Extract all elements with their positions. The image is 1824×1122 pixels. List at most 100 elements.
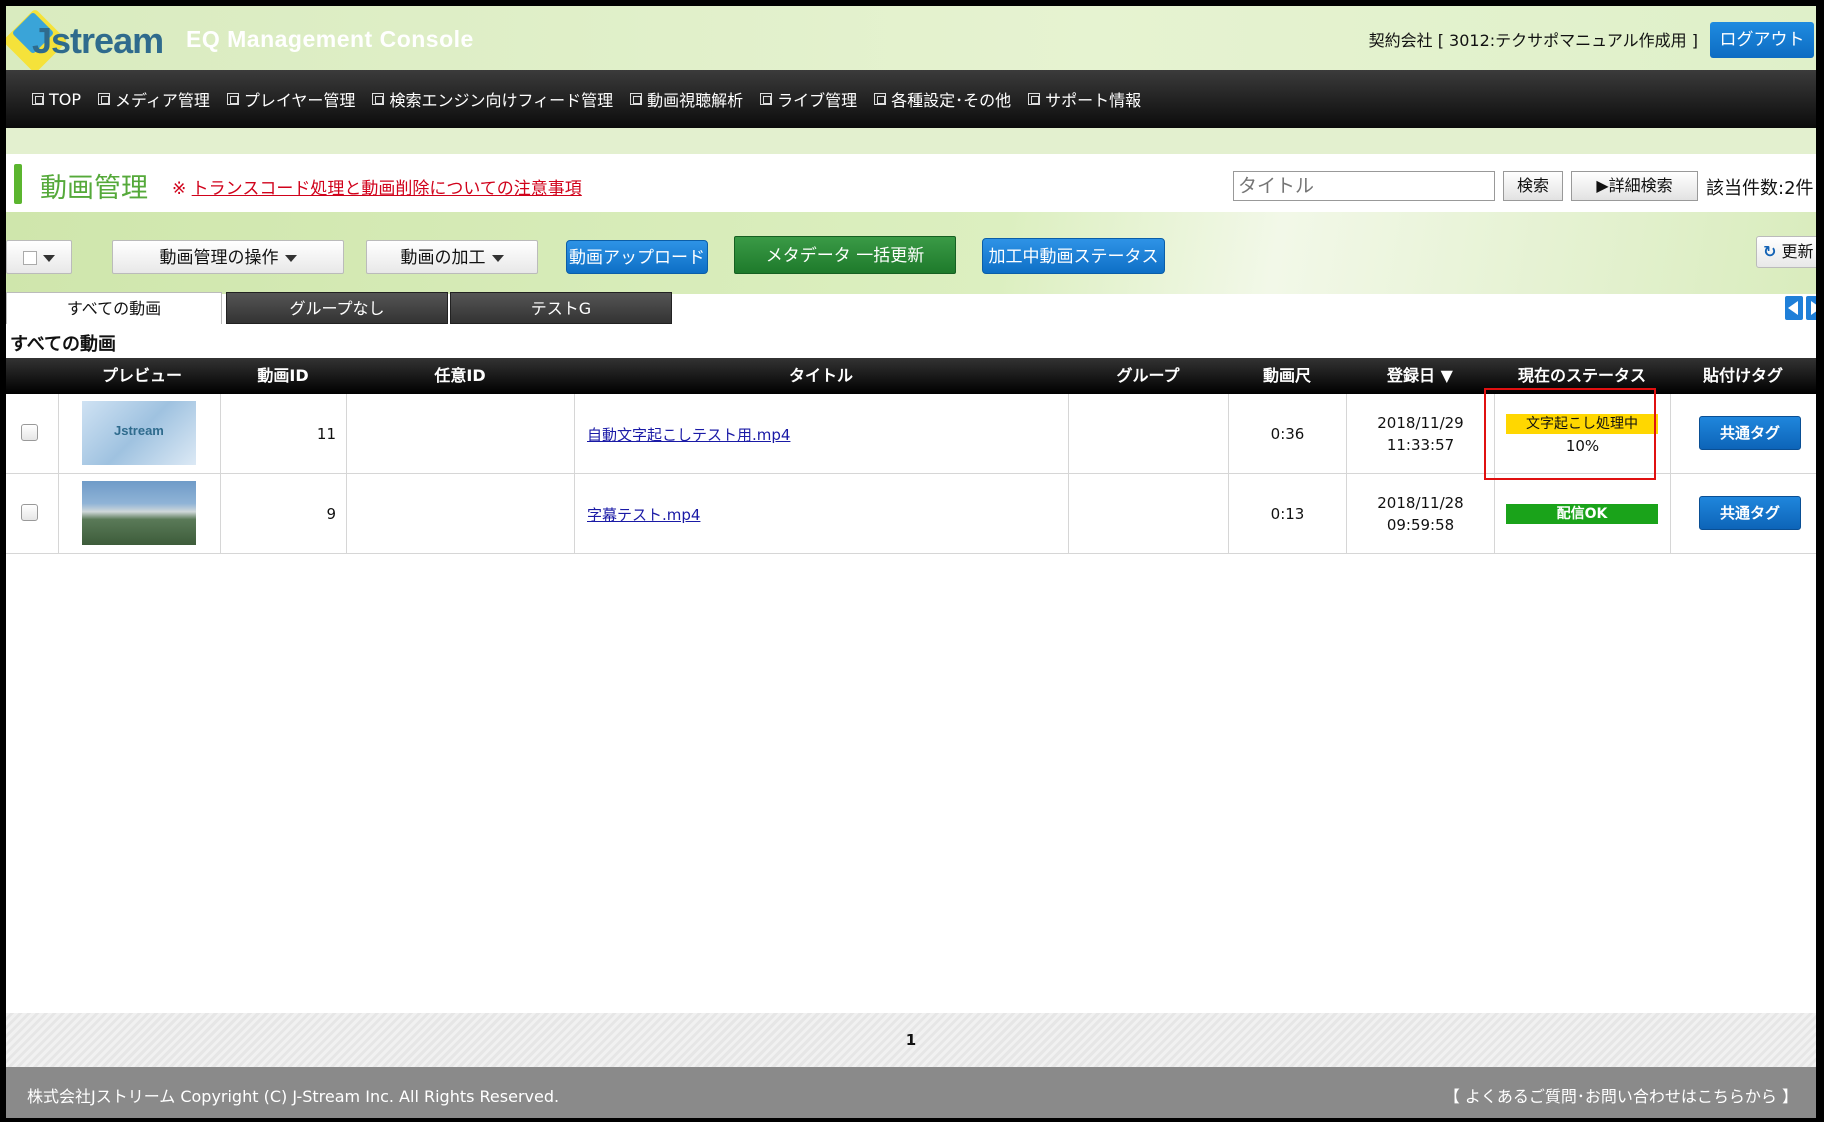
notice-mark: ※ bbox=[172, 179, 187, 199]
col-group: グループ bbox=[1116, 366, 1180, 385]
search-input[interactable] bbox=[1233, 171, 1495, 201]
nav-bullet-icon bbox=[372, 93, 385, 105]
tab-all-videos[interactable]: すべての動画 bbox=[6, 292, 222, 324]
table-row: 9 字幕テスト.mp4 0:13 2018/11/28 09:59:58 配信O… bbox=[6, 474, 1816, 554]
chevron-down-icon bbox=[491, 254, 504, 262]
preview-cell: Jstream bbox=[58, 394, 220, 474]
console-title: EQ Management Console bbox=[186, 26, 474, 52]
page-title: 動画管理 bbox=[40, 173, 148, 204]
select-all-dropdown[interactable] bbox=[6, 240, 72, 274]
col-registered-date[interactable]: 登録日 ▼ bbox=[1346, 358, 1494, 394]
preview-cell bbox=[58, 474, 220, 554]
custom-id-cell bbox=[346, 394, 574, 474]
status-highlight-box bbox=[1484, 388, 1656, 480]
row-checkbox[interactable] bbox=[21, 424, 38, 441]
nav-label: サポート情報 bbox=[1045, 91, 1142, 110]
duration: 0:36 bbox=[1270, 425, 1305, 443]
registered-time: 11:33:57 bbox=[1386, 436, 1455, 454]
video-id-cell: 9 bbox=[220, 474, 346, 554]
thumbnail-logo-text: Jstream bbox=[114, 423, 164, 438]
processing-label: 動画の加工 bbox=[400, 248, 486, 268]
processing-dropdown[interactable]: 動画の加工 bbox=[366, 240, 538, 274]
nav-label: 検索エンジン向けフィード管理 bbox=[389, 91, 614, 110]
tab-no-group[interactable]: グループなし bbox=[226, 292, 448, 324]
nav-item-analytics[interactable]: 動画視聴解析 bbox=[630, 87, 743, 111]
video-title-link[interactable]: 自動文字起こしテスト用.mp4 bbox=[587, 424, 790, 445]
nav-bullet-icon bbox=[226, 93, 239, 105]
nav-label: 各種設定･その他 bbox=[891, 91, 1012, 110]
tab-scroll-right-icon[interactable] bbox=[1806, 296, 1816, 320]
nav-bullet-icon bbox=[630, 93, 643, 105]
bulk-metadata-button[interactable]: メタデータ 一括更新 bbox=[734, 236, 956, 274]
search-button[interactable]: 検索 bbox=[1503, 171, 1563, 201]
title-cell: 字幕テスト.mp4 bbox=[574, 474, 1068, 554]
header-spacer bbox=[6, 128, 1816, 154]
page-number-current[interactable]: 1 bbox=[906, 1031, 916, 1049]
title-cell: 自動文字起こしテスト用.mp4 bbox=[574, 394, 1068, 474]
status-badge: 配信OK bbox=[1506, 504, 1658, 524]
copyright: 株式会社Jストリーム Copyright (C) J-Stream Inc. A… bbox=[27, 1087, 560, 1106]
upload-button[interactable]: 動画アップロード bbox=[566, 240, 708, 274]
row-checkbox[interactable] bbox=[21, 504, 38, 521]
col-video-id: 動画ID bbox=[257, 366, 309, 385]
nav-bullet-icon bbox=[760, 93, 773, 105]
embed-tag-button[interactable]: 共通タグ bbox=[1699, 416, 1801, 450]
chevron-down-icon bbox=[284, 254, 297, 262]
nav-item-feed[interactable]: 検索エンジン向けフィード管理 bbox=[372, 87, 613, 111]
nav-bullet-icon bbox=[32, 93, 44, 105]
nav-item-live[interactable]: ライブ管理 bbox=[760, 87, 857, 111]
row-checkbox-cell bbox=[6, 394, 58, 474]
notice-link[interactable]: トランスコード処理と動画削除についての注意事項 bbox=[192, 179, 582, 199]
tab-test-g[interactable]: テストG bbox=[450, 292, 672, 324]
video-title-link[interactable]: 字幕テスト.mp4 bbox=[587, 504, 700, 525]
nav-label: 動画視聴解析 bbox=[647, 91, 744, 110]
nav-bullet-icon bbox=[98, 93, 111, 105]
tab-scroll-left-icon[interactable] bbox=[1785, 296, 1803, 320]
duration: 0:13 bbox=[1270, 505, 1305, 523]
checkbox-icon bbox=[23, 251, 37, 265]
video-id: 11 bbox=[316, 425, 336, 443]
toolbar: 動画管理の操作 動画の加工 動画アップロード メタデータ 一括更新 加工中動画ス… bbox=[6, 212, 1816, 294]
manage-ops-dropdown[interactable]: 動画管理の操作 bbox=[112, 240, 344, 274]
nav-label: ライブ管理 bbox=[777, 91, 858, 110]
group-cell bbox=[1068, 474, 1228, 554]
registered-date: 2018/11/28 bbox=[1377, 494, 1464, 512]
nav-label: メディア管理 bbox=[115, 91, 210, 110]
video-thumbnail[interactable] bbox=[82, 481, 196, 545]
date-cell: 2018/11/29 11:33:57 bbox=[1346, 394, 1494, 474]
nav-bullet-icon bbox=[874, 93, 887, 105]
nav-bullet-icon bbox=[1028, 93, 1041, 105]
registered-time: 09:59:58 bbox=[1386, 516, 1455, 534]
refresh-icon: ↻ bbox=[1763, 242, 1777, 261]
video-id: 9 bbox=[326, 505, 336, 523]
duration-cell: 0:13 bbox=[1228, 474, 1346, 554]
manage-ops-label: 動画管理の操作 bbox=[159, 248, 279, 268]
nav-item-player[interactable]: プレイヤー管理 bbox=[226, 87, 356, 111]
advanced-search-button[interactable]: ▶詳細検索 bbox=[1571, 171, 1698, 201]
footer: 株式会社Jストリーム Copyright (C) J-Stream Inc. A… bbox=[6, 1067, 1816, 1118]
refresh-button[interactable]: ↻ 更新 bbox=[1756, 236, 1816, 268]
jstream-logo[interactable]: Jstream bbox=[6, 8, 164, 74]
logo-text: Jstream bbox=[32, 20, 164, 61]
section-title: すべての動画 bbox=[10, 334, 117, 355]
nav-label: プレイヤー管理 bbox=[243, 91, 356, 110]
help-link[interactable]: 【 よくあるご質問･お問い合わせはこちらから 】 bbox=[1444, 1083, 1798, 1107]
nav-item-support[interactable]: サポート情報 bbox=[1028, 87, 1141, 111]
embed-tag-button[interactable]: 共通タグ bbox=[1699, 496, 1801, 530]
duration-cell: 0:36 bbox=[1228, 394, 1346, 474]
status-cell: 配信OK bbox=[1494, 474, 1670, 554]
nav-item-media[interactable]: メディア管理 bbox=[98, 87, 210, 111]
video-id-cell: 11 bbox=[220, 394, 346, 474]
video-thumbnail[interactable]: Jstream bbox=[82, 401, 196, 465]
header: Jstream EQ Management Console 契約会社 [ 301… bbox=[6, 6, 1816, 74]
custom-id-cell bbox=[346, 474, 574, 554]
logout-button[interactable]: ログアウト bbox=[1710, 22, 1814, 58]
processing-status-button[interactable]: 加工中動画ステータス bbox=[982, 238, 1165, 274]
nav-item-top[interactable]: TOP bbox=[32, 90, 81, 109]
col-embed-tag: 貼付けタグ bbox=[1702, 366, 1783, 385]
company-info: 契約会社 [ 3012:テクサポマニュアル作成用 ] bbox=[1368, 31, 1698, 50]
nav-item-settings[interactable]: 各種設定･その他 bbox=[874, 87, 1011, 111]
tag-cell: 共通タグ bbox=[1670, 474, 1816, 554]
app-frame: Jstream EQ Management Console 契約会社 [ 301… bbox=[6, 6, 1816, 1118]
title-bar: 動画管理 ※ トランスコード処理と動画削除についての注意事項 検索 ▶詳細検索 … bbox=[6, 154, 1816, 212]
